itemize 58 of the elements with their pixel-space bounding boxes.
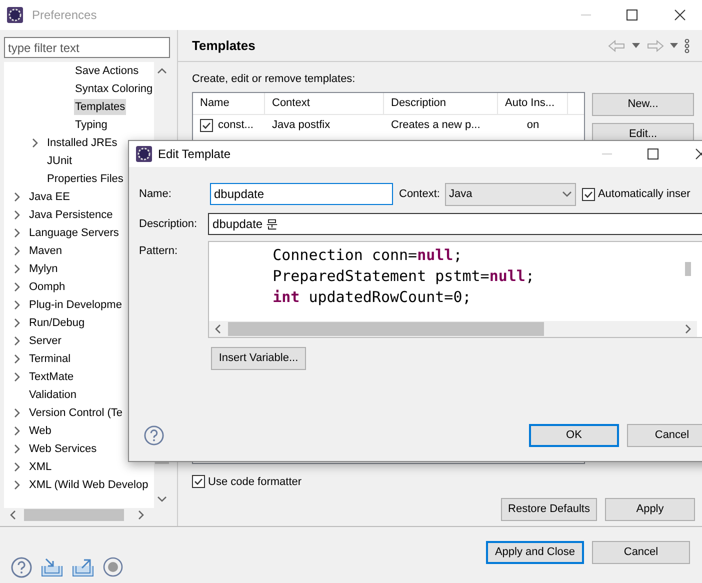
field-label: Name: [139, 186, 172, 202]
tree-item[interactable]: Properties Files [46, 170, 124, 188]
field-label: Pattern: [139, 244, 179, 259]
tree-item[interactable]: Maven [28, 242, 64, 260]
name-field[interactable]: dbupdate [210, 183, 393, 205]
tree-item[interactable]: Installed JREs [46, 134, 118, 152]
code-line: Connection conn=null; [272, 245, 464, 266]
tree-item[interactable]: Templates [74, 98, 126, 116]
button[interactable]: Insert Variable... [211, 347, 306, 370]
tree-item[interactable]: TextMate [28, 368, 75, 386]
intro-text: Create, edit or remove templates: [192, 72, 356, 87]
table-cell-text: const... [218, 118, 254, 134]
button[interactable]: OK [529, 424, 619, 447]
tree-item[interactable]: Language Servers [28, 224, 120, 242]
button[interactable]: Cancel [627, 424, 702, 447]
table-cell-text: Creates a new p... [391, 118, 480, 134]
column-header[interactable]: Description [384, 92, 498, 114]
field-label: Context: [399, 186, 440, 202]
tree-item[interactable]: Version Control (Te [28, 404, 124, 422]
button[interactable]: Apply and Close [486, 540, 584, 564]
tree-item[interactable]: Mylyn [28, 260, 59, 278]
pattern-editor[interactable]: Connection conn=null; PreparedStatement pstmt=null; int updatedRowCount=0; [208, 241, 702, 338]
context-dropdown[interactable]: Java [444, 182, 576, 206]
button[interactable]: Restore Defaults [501, 498, 597, 521]
tree-item[interactable]: XML [28, 458, 53, 476]
dialog-title: Edit Template [158, 146, 230, 163]
tree-item[interactable]: Plug-in Developme [28, 296, 123, 314]
button[interactable]: Apply [605, 498, 695, 521]
table-cell-text: Java postfix [272, 118, 330, 134]
description-field[interactable]: dbupdate 문 [208, 213, 702, 235]
field-label: Description: [139, 216, 198, 232]
filter-field[interactable]: type filter text [4, 37, 170, 58]
code-line: int updatedRowCount=0; [272, 287, 472, 308]
tree-item[interactable]: Server [28, 332, 62, 350]
tree-item[interactable]: Java Persistence [28, 206, 114, 224]
window-title: Preferences [32, 7, 97, 24]
column-header[interactable]: Auto Ins... [498, 92, 568, 114]
tree-item[interactable]: Validation [28, 386, 78, 404]
checkbox-label: Use code formatter [208, 474, 302, 490]
tree-item[interactable]: JUnit [46, 152, 74, 170]
tree-item[interactable]: Typing [74, 116, 108, 134]
button[interactable]: New... [592, 92, 694, 116]
tree-item[interactable]: Terminal [28, 350, 72, 368]
tree-item[interactable]: XML (Wild Web Develop [28, 476, 150, 494]
tree-item[interactable]: Java EE [28, 188, 71, 206]
table-cell-text: on [526, 118, 540, 134]
tree-item[interactable]: Web [28, 422, 52, 440]
tree-item[interactable]: Run/Debug [28, 314, 86, 332]
column-header[interactable]: Name [193, 92, 265, 114]
tree-item[interactable]: Save Actions [74, 62, 140, 80]
tree-item[interactable]: Syntax Coloring [74, 80, 154, 98]
code-line: PreparedStatement pstmt=null; [272, 266, 536, 287]
checkbox-label: Automatically inser [598, 186, 690, 202]
column-header[interactable]: Context [265, 92, 384, 114]
tree-item[interactable]: Oomph [28, 278, 66, 296]
tree-item[interactable]: Web Services [28, 440, 98, 458]
page-title: Templates [192, 36, 256, 55]
button[interactable]: Cancel [592, 540, 690, 564]
